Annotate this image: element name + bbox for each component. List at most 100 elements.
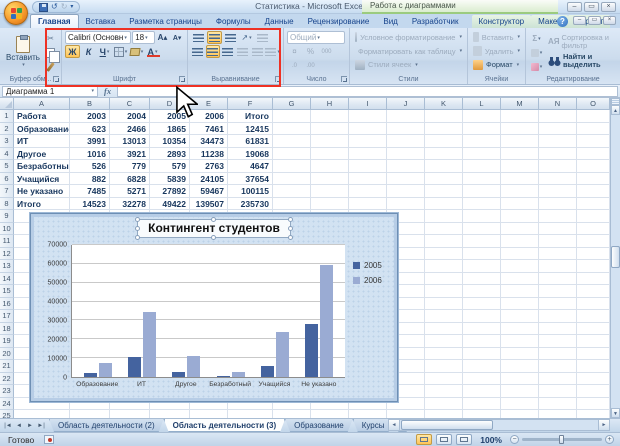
cell[interactable] [501,185,539,198]
row-header-18[interactable]: 18 [0,322,14,335]
row-header-1[interactable]: 1 [0,110,14,123]
sheet-tab-образование[interactable]: Образование [285,419,353,432]
cell[interactable] [463,147,501,160]
cell[interactable] [539,347,577,360]
italic-button[interactable]: К [81,45,96,58]
cell[interactable] [463,322,501,335]
row-header-21[interactable]: 21 [0,360,14,373]
cell[interactable] [150,410,190,418]
cell[interactable]: 13013 [110,135,150,148]
cell[interactable] [539,210,577,223]
cell[interactable]: 2466 [110,122,150,135]
cell[interactable] [501,322,539,335]
cell[interactable] [110,410,150,418]
cell[interactable] [539,135,577,148]
decrease-decimal-button[interactable]: .00 [303,59,318,72]
cell[interactable] [539,172,577,185]
workbook-restore-button[interactable]: ▭ [588,16,601,25]
restore-button[interactable]: ▭ [584,2,599,12]
zoom-slider[interactable]: − + [510,435,614,444]
selection-handle[interactable] [135,235,141,240]
cell[interactable]: 14523 [70,197,110,210]
cell[interactable] [463,185,501,198]
increase-indent-button[interactable] [251,45,265,58]
column-header-J[interactable]: J [387,98,425,110]
row-header-7[interactable]: 7 [0,185,14,198]
chart-object[interactable]: Контингент студентов 0 10000 20000 30000 400… [30,213,398,402]
cell[interactable] [577,260,610,273]
cell[interactable] [349,410,387,418]
cell[interactable] [463,410,501,418]
cell[interactable] [539,222,577,235]
bold-button[interactable]: Ж [65,45,80,58]
cell[interactable] [349,135,387,148]
cell[interactable] [463,222,501,235]
cell[interactable] [501,110,539,123]
cell[interactable] [463,172,501,185]
cell[interactable] [387,172,425,185]
cell[interactable] [425,172,463,185]
cell[interactable] [425,185,463,198]
cell[interactable] [463,247,501,260]
insert-cells-button[interactable]: Вставить ▾ [471,31,522,44]
cell[interactable] [273,410,311,418]
selection-handle[interactable] [135,217,141,222]
cell[interactable] [463,335,501,348]
sheet-nav-icon-1[interactable]: ◄ [14,423,24,429]
cell[interactable]: Образование [14,122,70,135]
bar-group-Учащийся[interactable] [253,245,297,377]
cell[interactable] [425,260,463,273]
vertical-scroll-thumb[interactable] [611,246,620,268]
close-button[interactable]: × [601,2,616,12]
cell[interactable] [577,335,610,348]
cell[interactable] [463,347,501,360]
cell[interactable]: 11238 [190,147,228,160]
zoom-out-icon[interactable]: − [510,435,519,444]
cell[interactable] [463,110,501,123]
cell[interactable]: 579 [150,160,190,173]
scroll-down-icon[interactable]: ▼ [611,408,620,418]
row-header-23[interactable]: 23 [0,385,14,398]
cell[interactable] [425,322,463,335]
cell[interactable]: Итого [14,197,70,210]
cell[interactable] [539,247,577,260]
cell[interactable] [311,197,349,210]
insert-function-button[interactable]: fx [98,86,117,96]
cell[interactable] [463,385,501,398]
cell[interactable] [311,135,349,148]
cell[interactable] [463,235,501,248]
bar-2005-Безработный[interactable] [216,375,230,377]
zoom-level-label[interactable]: 100% [480,435,502,445]
cell[interactable] [577,397,610,410]
row-header-5[interactable]: 5 [0,160,14,173]
cell[interactable] [577,410,610,418]
cell[interactable] [273,110,311,123]
cell[interactable]: 32278 [110,197,150,210]
bar-group-Образование[interactable] [76,245,120,377]
cell[interactable] [539,110,577,123]
cell[interactable]: 4647 [228,160,273,173]
workbook-minimize-button[interactable]: – [573,16,586,25]
cell[interactable] [577,160,610,173]
cell[interactable] [463,160,501,173]
currency-format-button[interactable]: ¤ [287,45,302,58]
underline-button[interactable]: Ч ▾ [97,45,112,58]
cell[interactable] [501,272,539,285]
cell[interactable] [501,160,539,173]
conditional-formatting-button[interactable]: Условное форматирование ▾ [353,31,464,44]
column-header-N[interactable]: N [539,98,577,110]
bar-2006-Безработный[interactable] [231,371,245,377]
paste-button[interactable]: Вставить ▾ [3,30,43,72]
cell[interactable] [425,285,463,298]
wrap-text-button[interactable] [255,31,270,44]
tab-главная[interactable]: Главная [30,14,79,28]
cell[interactable] [539,310,577,323]
cell[interactable] [539,322,577,335]
cell[interactable] [387,197,425,210]
cell[interactable] [501,310,539,323]
bar-group-Безработный[interactable] [209,245,253,377]
bar-2006-Образование[interactable] [99,362,113,377]
cell[interactable] [577,247,610,260]
cell[interactable] [577,385,610,398]
cell[interactable]: Другое [14,147,70,160]
